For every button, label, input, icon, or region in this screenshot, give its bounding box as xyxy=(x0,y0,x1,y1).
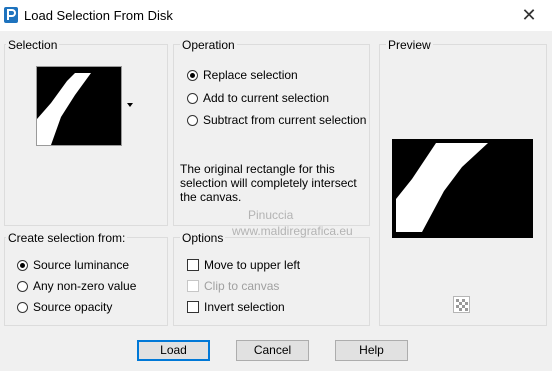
checkbox-box xyxy=(187,301,199,313)
selection-thumbnail-image xyxy=(37,67,121,145)
checkbox-move-upper-left[interactable]: Move to upper left xyxy=(187,257,300,273)
preview-image xyxy=(392,139,533,238)
selection-thumbnail[interactable] xyxy=(36,66,122,146)
load-button[interactable]: Load xyxy=(137,340,210,361)
radio-source-luminance[interactable]: Source luminance xyxy=(17,257,129,273)
chevron-down-icon[interactable] xyxy=(127,103,133,107)
checker-icon[interactable] xyxy=(453,296,470,313)
watermark-url: www.maldiregrafica.eu xyxy=(232,224,353,238)
radio-add-to-current[interactable]: Add to current selection xyxy=(187,90,329,106)
checkbox-clip-to-canvas: Clip to canvas xyxy=(187,278,279,294)
radio-indicator xyxy=(17,301,28,313)
radio-indicator xyxy=(17,259,28,271)
watermark-name: Pinuccia xyxy=(248,208,294,222)
radio-any-non-zero[interactable]: Any non-zero value xyxy=(17,278,136,294)
title-bar: Load Selection From Disk ✕ xyxy=(0,0,552,31)
radio-indicator xyxy=(17,280,28,292)
radio-source-opacity[interactable]: Source opacity xyxy=(17,299,112,315)
radio-replace-selection[interactable]: Replace selection xyxy=(187,67,298,83)
selection-label: Selection xyxy=(6,38,60,52)
checkbox-box xyxy=(187,259,199,271)
radio-indicator xyxy=(187,114,198,126)
close-icon: ✕ xyxy=(521,5,537,25)
create-from-label: Create selection from: xyxy=(6,231,128,245)
preview-label: Preview xyxy=(386,38,433,52)
radio-indicator xyxy=(187,92,198,104)
operation-info-text: The original rectangle for this selectio… xyxy=(180,162,357,204)
checkbox-box xyxy=(187,280,199,292)
app-icon xyxy=(4,7,18,23)
close-button[interactable]: ✕ xyxy=(506,0,552,31)
radio-subtract-from-current[interactable]: Subtract from current selection xyxy=(187,112,366,128)
options-label: Options xyxy=(180,231,226,245)
radio-indicator xyxy=(187,69,198,81)
operation-label: Operation xyxy=(180,38,237,52)
window-title: Load Selection From Disk xyxy=(24,8,173,23)
checkbox-invert-selection[interactable]: Invert selection xyxy=(187,299,285,315)
cancel-button[interactable]: Cancel xyxy=(236,340,309,361)
help-button[interactable]: Help xyxy=(335,340,408,361)
